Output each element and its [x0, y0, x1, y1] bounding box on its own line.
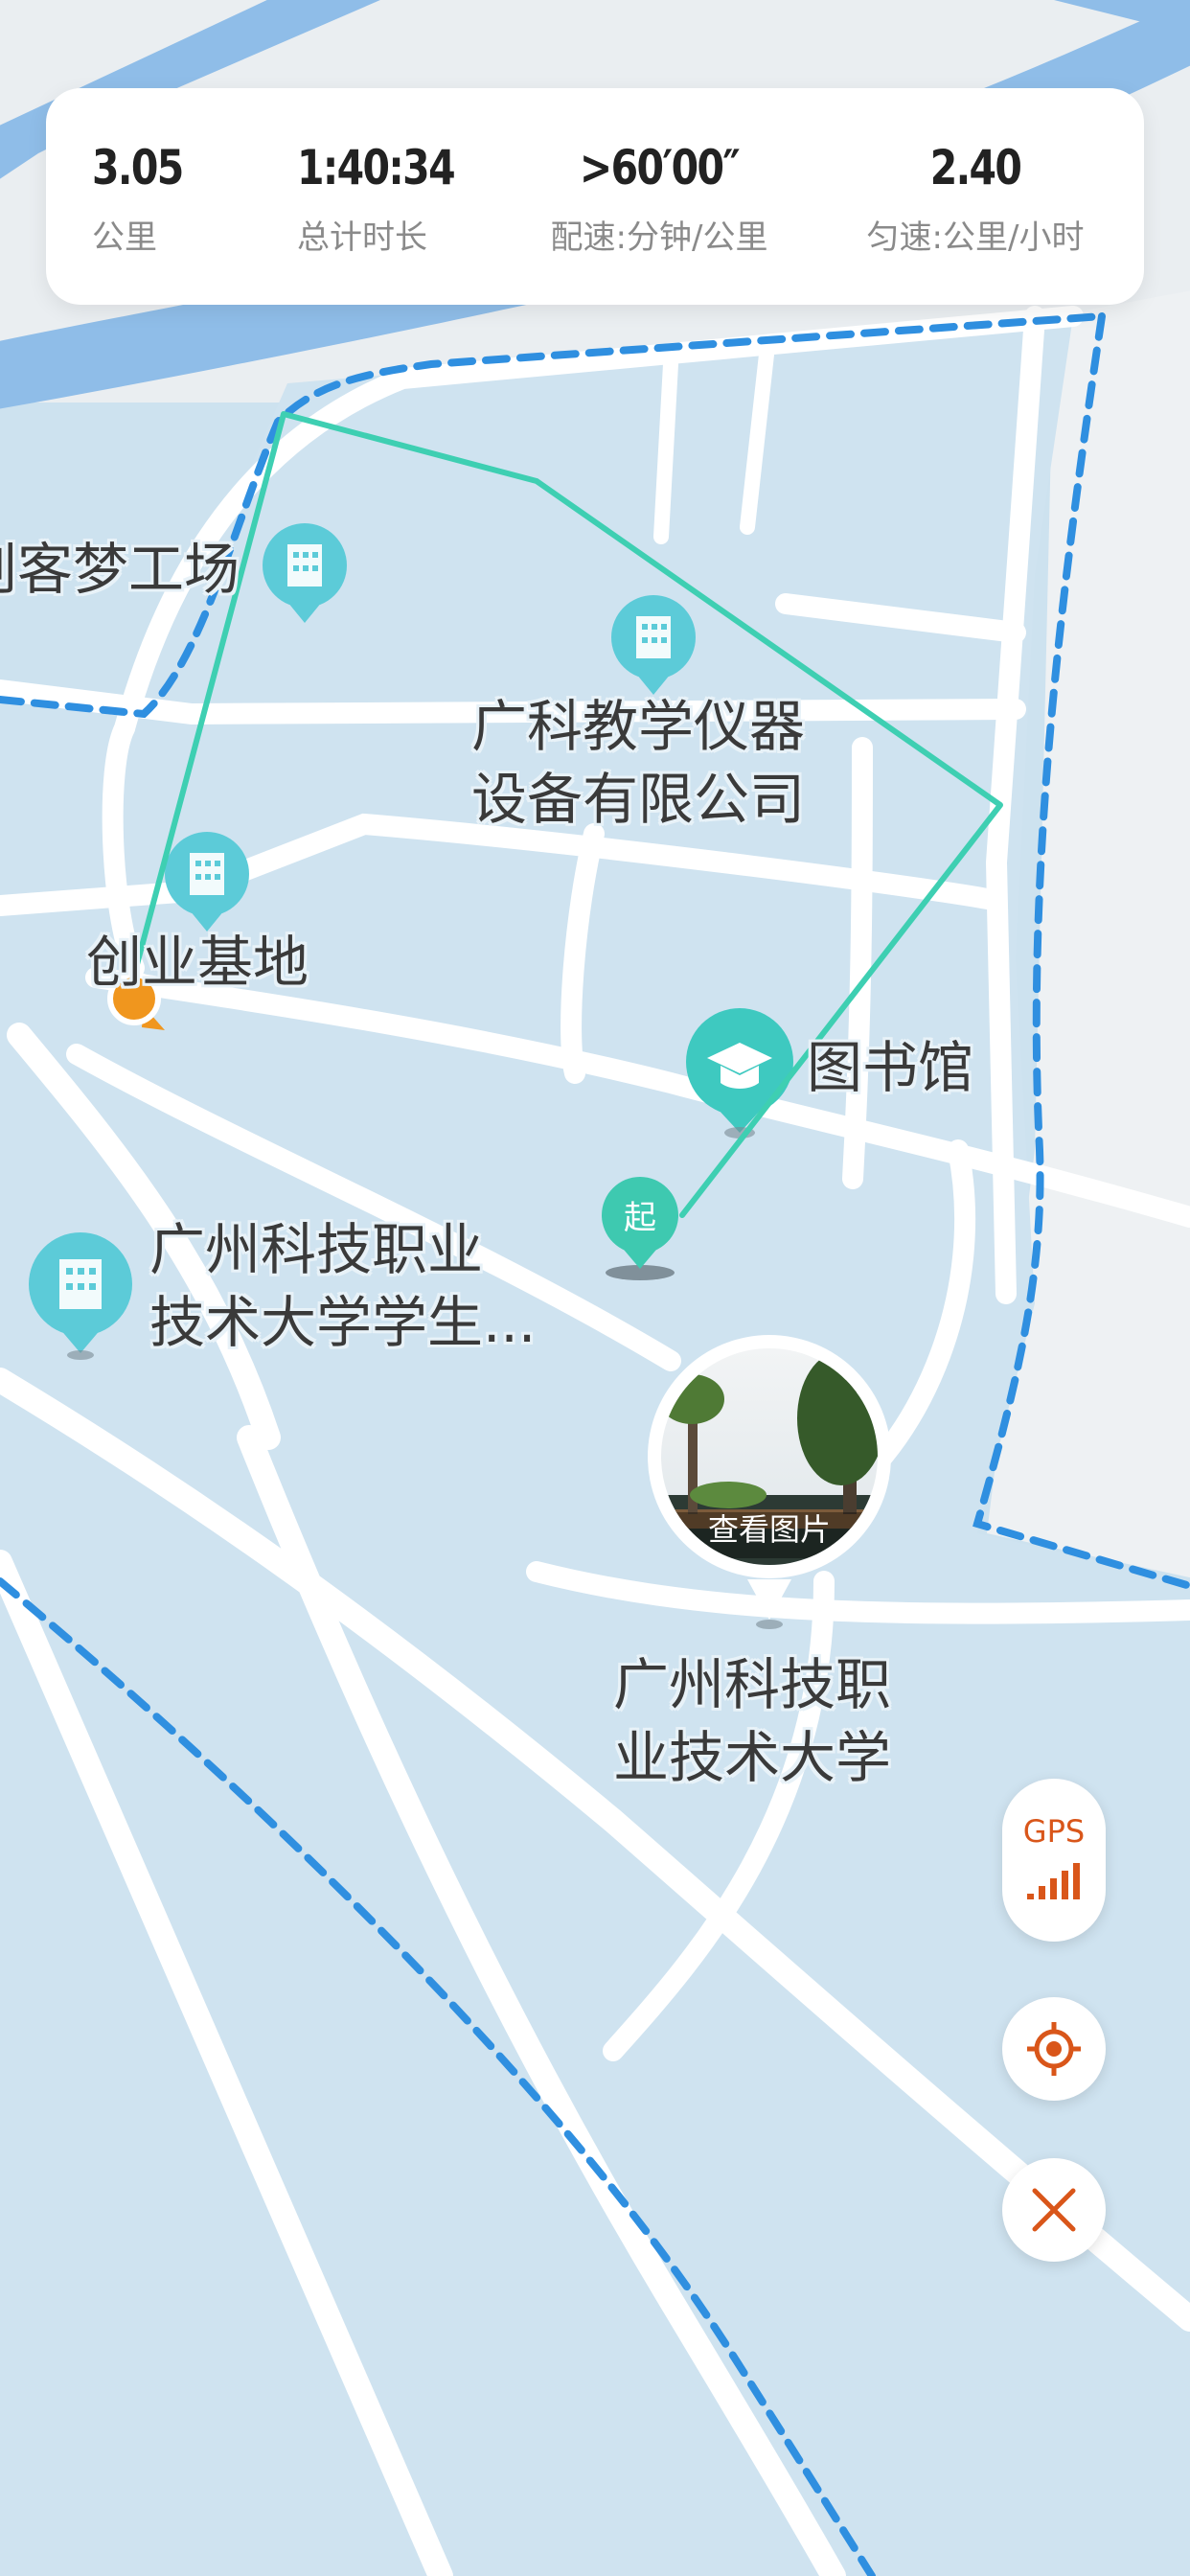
distance-label: 公里 [92, 218, 157, 257]
locate-button[interactable] [1002, 1997, 1106, 2101]
poi-label-guangke[interactable]: 广科教学仪器 设备有限公司 [471, 690, 805, 836]
run-stats-card: 3.05 公里 1:40:34 总计时长 >60′00″ 配速:分钟/公里 2.… [46, 88, 1144, 305]
speed-stat: 2.40 匀速:公里/小时 [860, 140, 1090, 258]
poi-label-university-line1: 广州科技职 [613, 1652, 892, 1717]
close-button[interactable] [1002, 2158, 1106, 2262]
poi-label-university[interactable]: 广州科技职 业技术大学 [613, 1648, 891, 1794]
distance-value: 3.05 [92, 140, 184, 196]
duration-value: 1:40:34 [297, 140, 456, 196]
svg-text:起: 起 [624, 1199, 656, 1237]
poi-label-chuangye[interactable]: 创业基地 [86, 926, 309, 999]
gps-signal-button[interactable]: GPS [1002, 1779, 1106, 1942]
duration-label: 总计时长 [297, 218, 427, 257]
poi-label-student[interactable]: 广州科技职业 技术大学学生... [149, 1213, 536, 1359]
speed-label: 匀速:公里/小时 [866, 218, 1085, 257]
pace-label: 配速:分钟/公里 [550, 218, 768, 257]
poi-label-guangke-line2: 设备有限公司 [471, 767, 806, 832]
pace-value: >60′00″ [579, 140, 741, 196]
poi-label-student-line1: 广州科技职业 [149, 1217, 484, 1282]
poi-label-chuangke[interactable]: 创客梦工场 [0, 533, 240, 606]
poi-label-student-line2: 技术大学学生... [149, 1290, 537, 1355]
speed-value: 2.40 [929, 140, 1022, 196]
poi-label-library[interactable]: 图书馆 [807, 1031, 973, 1104]
pace-stat: >60′00″ 配速:分钟/公里 [544, 140, 774, 258]
close-icon [1032, 2188, 1076, 2232]
poi-label-university-line2: 业技术大学 [613, 1725, 892, 1790]
svg-text:查看图片: 查看图片 [708, 1511, 831, 1548]
gps-label: GPS [1022, 1813, 1086, 1850]
signal-bars-icon [1027, 1863, 1080, 1899]
poi-label-guangke-line1: 广科教学仪器 [471, 694, 806, 759]
locate-icon [1027, 2022, 1081, 2076]
duration-stat: 1:40:34 总计时长 [297, 140, 489, 258]
distance-stat: 3.05 公里 [92, 140, 202, 258]
